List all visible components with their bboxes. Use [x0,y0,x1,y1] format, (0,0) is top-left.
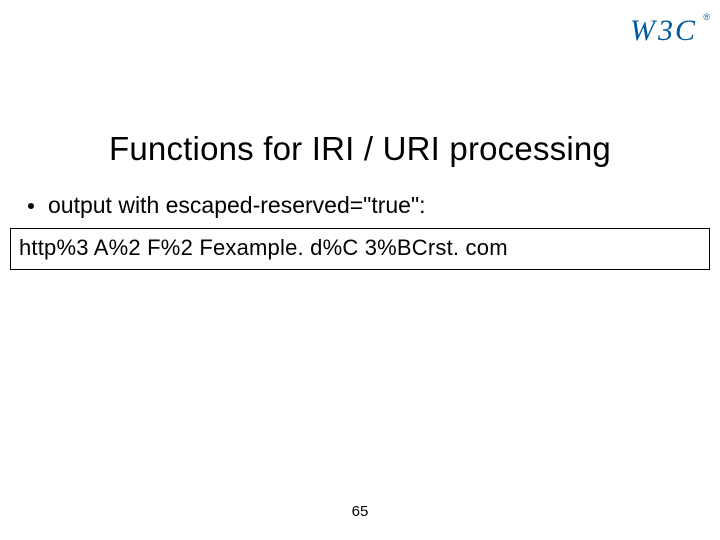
slide-title: Functions for IRI / URI processing [0,130,720,168]
w3c-logo: W 3 C ® [630,10,702,55]
code-output-box: http%3 A%2 F%2 Fexample. d%C 3%BCrst. co… [10,228,710,270]
code-output-text: http%3 A%2 F%2 Fexample. d%C 3%BCrst. co… [19,235,508,260]
bullet-icon [28,203,34,209]
svg-text:3: 3 [657,14,673,47]
page-number: 65 [0,503,720,520]
w3c-logo-icon: W 3 C [630,10,702,50]
svg-text:C: C [675,14,696,47]
svg-text:W: W [630,14,658,47]
registered-mark: ® [703,12,710,22]
slide: W 3 C ® Functions for IRI / URI processi… [0,0,720,540]
bullet-text: output with escaped-reserved="true": [48,192,426,219]
bullet-item: output with escaped-reserved="true": [28,192,426,219]
